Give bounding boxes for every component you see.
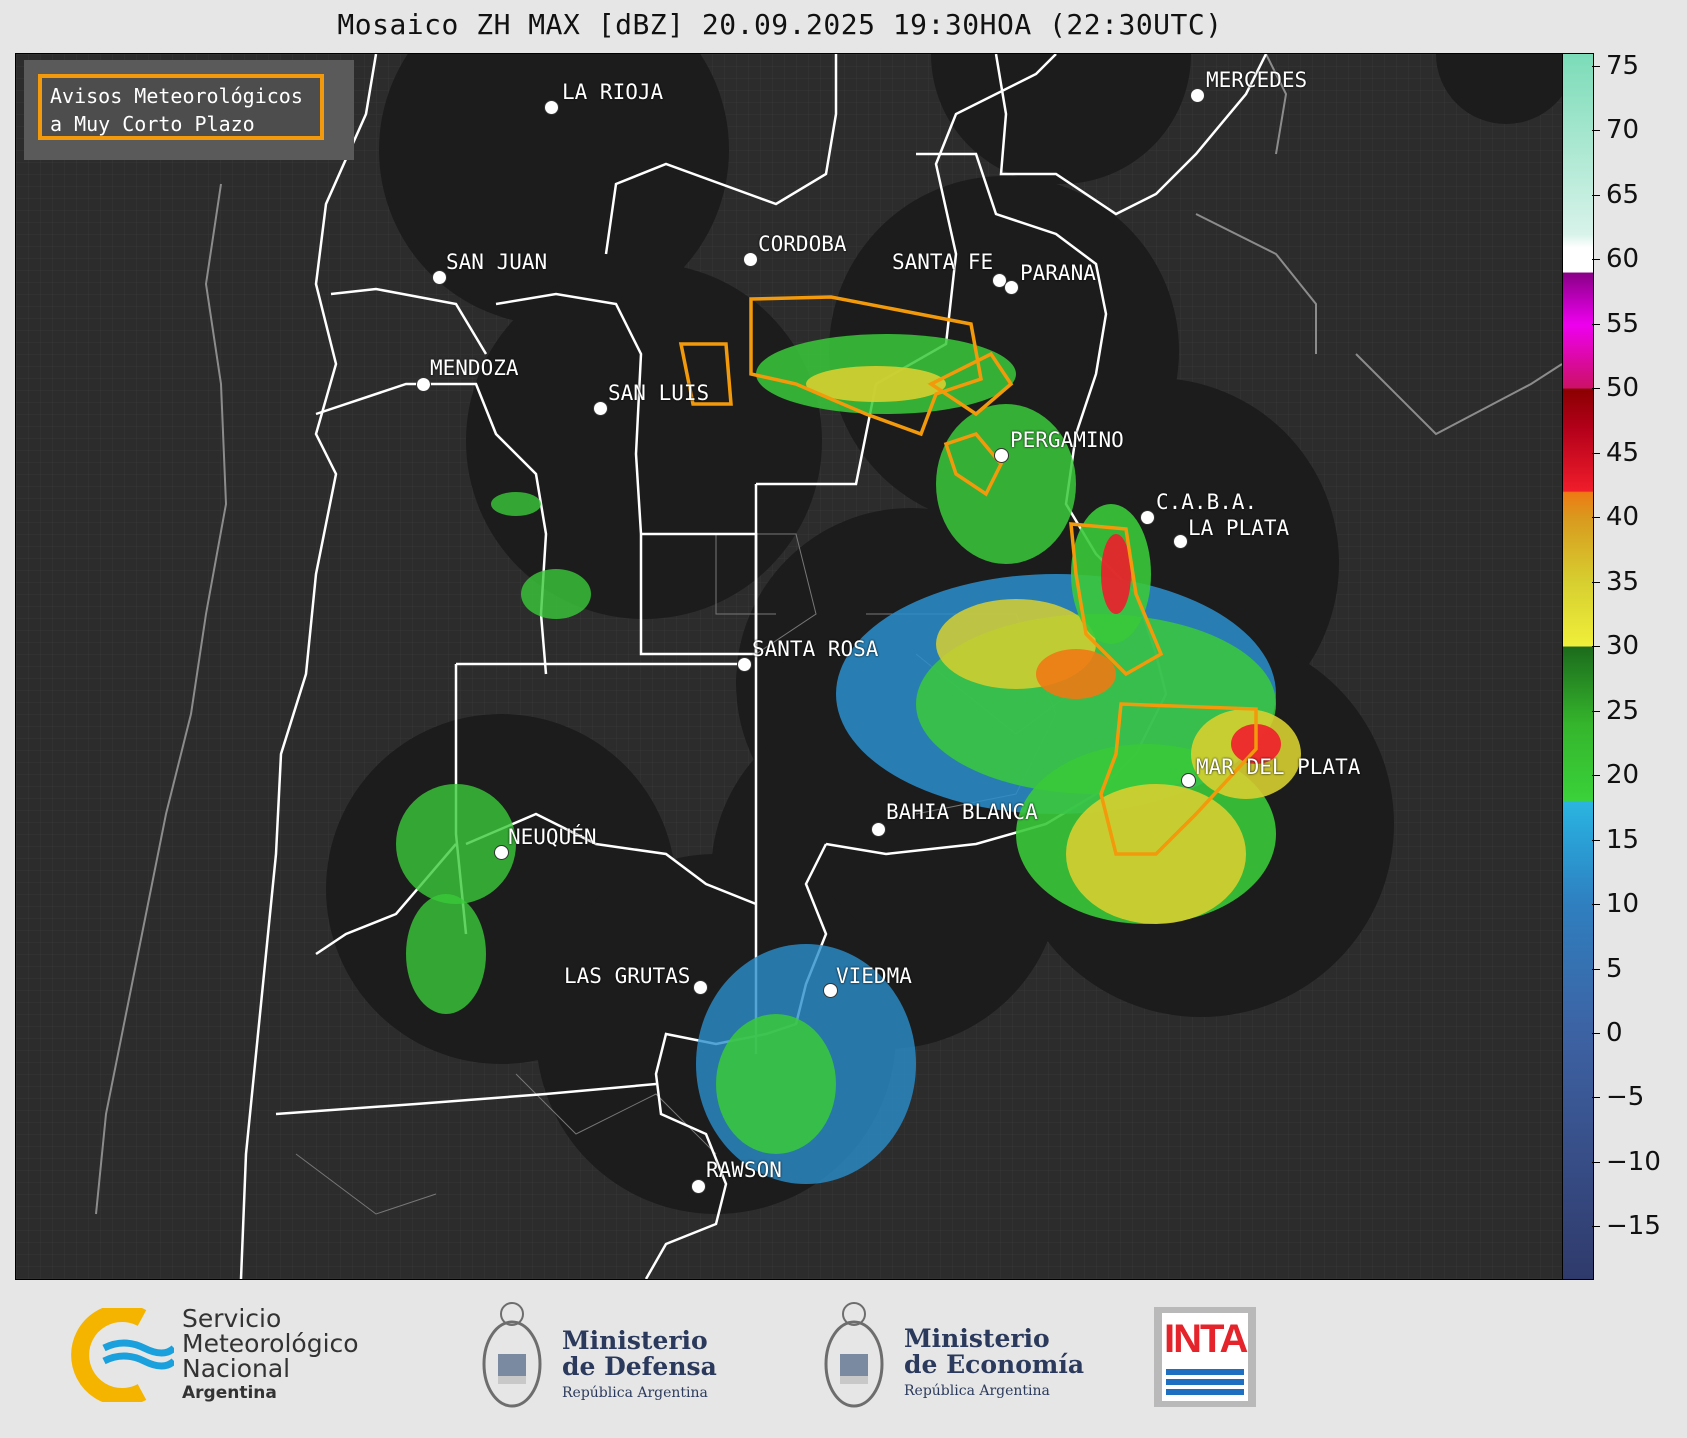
colorbar-tick <box>1592 1226 1600 1228</box>
city-label-bahia-blanca: BAHIA BLANCA <box>886 800 1038 824</box>
defensa-line2: de Defensa <box>562 1352 717 1381</box>
colorbar-tick-label: 10 <box>1606 889 1640 920</box>
colorbar-tick-label: 55 <box>1606 308 1640 339</box>
city-dot-las-grutas[interactable] <box>693 980 708 995</box>
colorbar-tick-label: 20 <box>1606 760 1640 791</box>
inta-logo-text: INTA <box>1164 1317 1248 1361</box>
city-dot-mendoza[interactable] <box>416 377 431 392</box>
city-label-mercedes: MERCEDES <box>1206 68 1308 92</box>
city-dot-mar-del-plata[interactable] <box>1181 773 1196 788</box>
city-dot-la-plata[interactable] <box>1173 534 1188 549</box>
city-dot-parana[interactable] <box>1004 280 1019 295</box>
colorbar-tick-label: 0 <box>1606 1018 1623 1048</box>
defensa-line1: Ministerio <box>562 1326 708 1355</box>
warning-legend: Avisos Meteorológicos a Muy Corto Plazo <box>24 60 354 160</box>
city-label-caba: C.A.B.A. <box>1156 490 1258 514</box>
city-label-mendoza: MENDOZA <box>430 356 519 380</box>
smn-logo-icon <box>71 1308 174 1402</box>
city-label-parana: PARANA <box>1020 261 1096 285</box>
city-label-las-grutas: LAS GRUTAS <box>564 964 691 988</box>
city-label-santa-rosa: SANTA ROSA <box>752 637 879 661</box>
colorbar-tick-label: 45 <box>1606 437 1640 468</box>
city-label-santa-fe: SANTA FE <box>892 250 994 274</box>
colorbar-tick-label: 5 <box>1606 953 1623 984</box>
city-dot-caba[interactable] <box>1140 510 1155 525</box>
city-label-neuquen: NEUQUÉN <box>508 825 597 849</box>
smn-line1: Servicio <box>182 1304 282 1333</box>
colorbar-tick-label: −15 <box>1606 1211 1661 1242</box>
colorbar-tick <box>1592 646 1600 648</box>
colorbar-tick <box>1592 388 1600 390</box>
economia-line2: de Economía <box>904 1350 1085 1379</box>
city-dot-pergamino[interactable] <box>994 448 1009 463</box>
colorbar-tick-label: −10 <box>1606 1146 1661 1177</box>
city-label-la-plata: LA PLATA <box>1188 516 1290 540</box>
economia-emblem-icon <box>824 1302 884 1408</box>
colorbar-tick-label: 25 <box>1606 695 1640 726</box>
inta-logo: INTA <box>1154 1307 1256 1407</box>
city-dot-san-juan[interactable] <box>432 270 447 285</box>
city-dot-la-rioja[interactable] <box>544 100 559 115</box>
colorbar-tick <box>1592 1097 1600 1099</box>
radar-map[interactable]: Avisos Meteorológicos a Muy Corto Plazo … <box>15 53 1563 1280</box>
city-label-la-rioja: LA RIOJA <box>562 80 664 104</box>
colorbar-tick <box>1592 130 1600 132</box>
colorbar-tick <box>1592 259 1600 261</box>
colorbar-tick <box>1592 1033 1600 1034</box>
smn-logo-text: Servicio Meteorológico Nacional Argentin… <box>182 1306 359 1406</box>
colorbar-tick <box>1592 452 1600 454</box>
city-dot-rawson[interactable] <box>691 1179 706 1194</box>
defensa-emblem-icon <box>482 1302 542 1408</box>
warning-legend-label: Avisos Meteorológicos a Muy Corto Plazo <box>38 74 324 140</box>
colorbar-tick-label: 70 <box>1606 115 1640 146</box>
colorbar-tick-label: 40 <box>1606 502 1640 533</box>
colorbar-tick-label: 50 <box>1606 373 1640 404</box>
colorbar-tick <box>1592 581 1600 583</box>
colorbar-tick <box>1592 1161 1600 1163</box>
colorbar-tick-label: 35 <box>1606 566 1640 597</box>
city-label-mar-del-plata: MAR DEL PLATA <box>1196 755 1361 779</box>
city-dot-san-luis[interactable] <box>593 401 608 416</box>
colorbar-tick <box>1592 904 1600 906</box>
colorbar-tick <box>1592 323 1600 325</box>
colorbar-ticks: 75 70 65 60 55 50 45 40 35 30 25 20 15 10 5 0 −5 −10 −15 <box>1592 50 1682 1278</box>
smn-line4: Argentina <box>182 1383 277 1403</box>
smn-line2: Meteorológico <box>182 1329 359 1358</box>
defensa-line3: República Argentina <box>562 1385 708 1401</box>
economia-line1: Ministerio <box>904 1324 1050 1353</box>
colorbar-tick-label: 60 <box>1606 244 1640 275</box>
city-label-rawson: RAWSON <box>706 1158 782 1182</box>
colorbar <box>1562 53 1594 1280</box>
footer-logos: Servicio Meteorológico Nacional Argentin… <box>0 1280 1687 1438</box>
economia-logo-text: Ministerio de Economía República Argenti… <box>904 1326 1084 1404</box>
city-label-cordoba: CORDOBA <box>758 232 847 256</box>
colorbar-tick-label: 30 <box>1606 631 1640 662</box>
colorbar-tick <box>1592 968 1600 970</box>
colorbar-tick <box>1592 775 1600 777</box>
colorbar-tick-label: 65 <box>1606 179 1640 210</box>
colorbar-tick-label: 75 <box>1606 50 1640 81</box>
smn-line3: Nacional <box>182 1354 291 1383</box>
city-dot-neuquen[interactable] <box>494 845 509 860</box>
city-dot-santa-rosa[interactable] <box>737 657 752 672</box>
defensa-logo-text: Ministerio de Defensa República Argentin… <box>562 1328 717 1406</box>
city-dot-bahia-blanca[interactable] <box>871 822 886 837</box>
city-label-san-luis: SAN LUIS <box>608 381 710 405</box>
colorbar-tick-label: 15 <box>1606 824 1640 855</box>
map-title: Mosaico ZH MAX [dBZ] 20.09.2025 19:30HOA… <box>337 8 1223 41</box>
colorbar-tick <box>1592 65 1600 67</box>
colorbar-tick <box>1592 517 1600 519</box>
colorbar-tick <box>1592 710 1600 712</box>
city-label-san-juan: SAN JUAN <box>446 250 548 274</box>
city-label-viedma: VIEDMA <box>836 964 912 988</box>
city-dot-mercedes[interactable] <box>1190 88 1205 103</box>
colorbar-tick <box>1592 194 1600 196</box>
colorbar-tick-label: −5 <box>1606 1082 1645 1113</box>
city-dot-cordoba[interactable] <box>743 252 758 267</box>
colorbar-tick <box>1592 839 1600 841</box>
city-label-pergamino: PERGAMINO <box>1010 428 1124 452</box>
economia-line3: República Argentina <box>904 1383 1050 1399</box>
